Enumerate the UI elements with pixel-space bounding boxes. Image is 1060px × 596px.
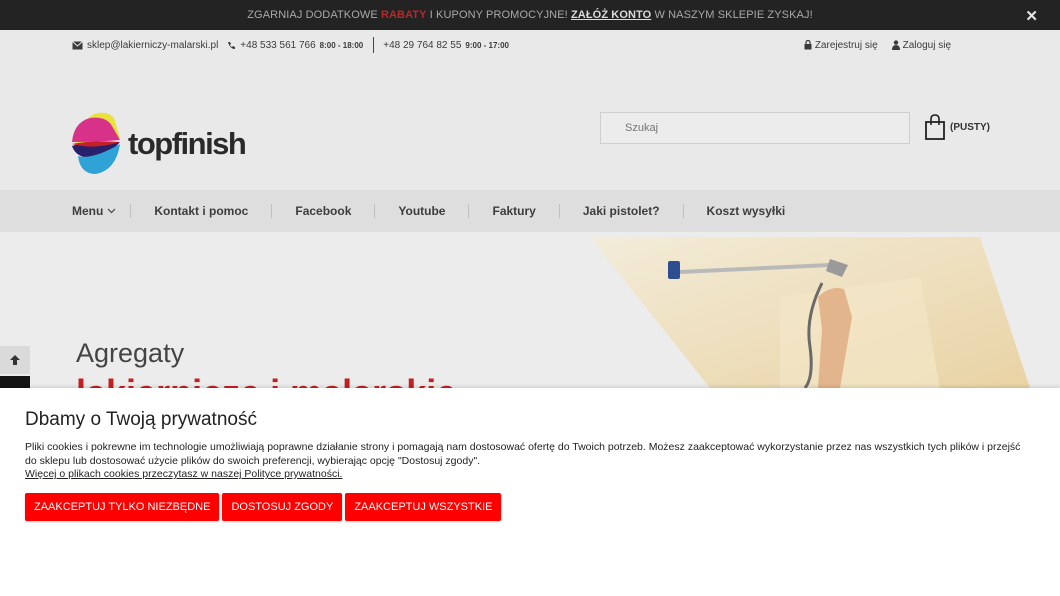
nav-item-facebook[interactable]: Facebook: [295, 204, 351, 218]
contact-bar: sklep@lakierniczy-malarski.pl +48 533 56…: [72, 37, 1060, 53]
email-text: sklep@lakierniczy-malarski.pl: [87, 39, 219, 51]
login-text: Zaloguj się: [902, 39, 951, 51]
header: sklep@lakierniczy-malarski.pl +48 533 56…: [0, 30, 1060, 190]
nav-item-youtube[interactable]: Youtube: [398, 204, 445, 218]
envelope-icon: [72, 40, 83, 49]
promo-bar: ZGARNIAJ DODATKOWE RABATY I KUPONY PROMO…: [0, 0, 1060, 30]
phone1-text: +48 533 561 766: [240, 39, 316, 51]
nav-item-contact[interactable]: Kontakt i pomoc: [154, 204, 248, 218]
nav-divider: [682, 204, 684, 218]
lock-icon: [804, 40, 812, 50]
nav-divider: [468, 204, 470, 218]
side-widget-button[interactable]: [0, 376, 30, 388]
hours2-text: 9:00 - 17:00: [465, 40, 509, 50]
hero-image: [590, 237, 1030, 388]
nav-item-which-gun[interactable]: Jaki pistolet?: [583, 204, 660, 218]
hero-banner[interactable]: Agregaty lakiernicze i malarskie: [0, 232, 1060, 388]
promo-text-before: ZGARNIAJ DODATKOWE: [247, 9, 378, 21]
register-link[interactable]: Zarejestruj się: [804, 40, 878, 51]
promo-highlight: RABATY: [380, 9, 427, 21]
privacy-policy-link[interactable]: Więcej o plikach cookies przeczytasz w n…: [25, 468, 342, 480]
chevron-down-icon: [107, 208, 116, 214]
promo-text-mid: I KUPONY PROMOCYJNE!: [429, 9, 568, 21]
contact-divider: [373, 37, 375, 53]
nav-item-invoices[interactable]: Faktury: [492, 204, 535, 218]
phone-contact-2[interactable]: +48 29 764 82 55 9:00 - 17:00: [383, 40, 509, 51]
cart-label: (PUSTY): [950, 121, 990, 133]
phone2-text: +48 29 764 82 55: [383, 39, 462, 51]
accept-necessary-button[interactable]: ZAAKCEPTUJ TYLKO NIEZBĘDNE: [25, 493, 220, 521]
cart-button[interactable]: (PUSTY): [925, 114, 990, 140]
login-link[interactable]: Zaloguj się: [891, 39, 951, 51]
search-box: [600, 112, 910, 144]
promo-register-link[interactable]: ZAŁÓŻ KONTO: [571, 9, 651, 21]
customize-consent-button[interactable]: DOSTOSUJ ZGODY: [222, 493, 343, 521]
nav-divider: [130, 204, 132, 218]
register-text: Zarejestruj się: [814, 39, 878, 51]
phone-contact-1[interactable]: +48 533 561 766 8:00 - 18:00: [227, 40, 363, 51]
search-input[interactable]: [601, 113, 909, 143]
nav-item-menu[interactable]: Menu: [72, 204, 116, 218]
promo-close-icon[interactable]: ✕: [1025, 7, 1038, 25]
user-icon: [891, 40, 900, 50]
email-contact[interactable]: sklep@lakierniczy-malarski.pl: [72, 40, 218, 51]
cookie-body: Pliki cookies i pokrewne im technologie …: [25, 441, 1021, 467]
main-nav: Menu Kontakt i pomoc Facebook Youtube Fa…: [0, 190, 1060, 232]
arrow-up-icon: [10, 355, 20, 365]
hero-subtitle: lakiernicze i malarskie: [76, 372, 456, 388]
hero-title: Agregaty: [76, 338, 185, 368]
cookie-buttons: ZAAKCEPTUJ TYLKO NIEZBĘDNE DOSTOSUJ ZGOD…: [25, 493, 502, 521]
promo-text-after: W NASZYM SKLEPIE ZYSKAJ!: [654, 9, 813, 21]
shopping-bag-icon: [925, 114, 945, 140]
cookie-consent-panel: Dbamy o Twoją prywatność Pliki cookies i…: [0, 388, 1060, 596]
nav-divider: [374, 204, 376, 218]
nav-divider: [558, 204, 560, 218]
nav-item-shipping[interactable]: Koszt wysyłki: [707, 204, 786, 218]
hours1-text: 8:00 - 18:00: [319, 40, 364, 50]
cookie-title: Dbamy o Twoją prywatność: [25, 409, 257, 430]
scroll-top-button[interactable]: [0, 346, 30, 374]
nav-divider: [271, 204, 273, 218]
accept-all-button[interactable]: ZAAKCEPTUJ WSZYSTKIE: [345, 493, 502, 521]
nav-menu-label: Menu: [72, 204, 104, 218]
account-links: Zarejestruj się Zaloguj się: [804, 40, 951, 51]
phone-icon: [228, 41, 236, 49]
logo-text[interactable]: topfinish: [128, 126, 247, 162]
